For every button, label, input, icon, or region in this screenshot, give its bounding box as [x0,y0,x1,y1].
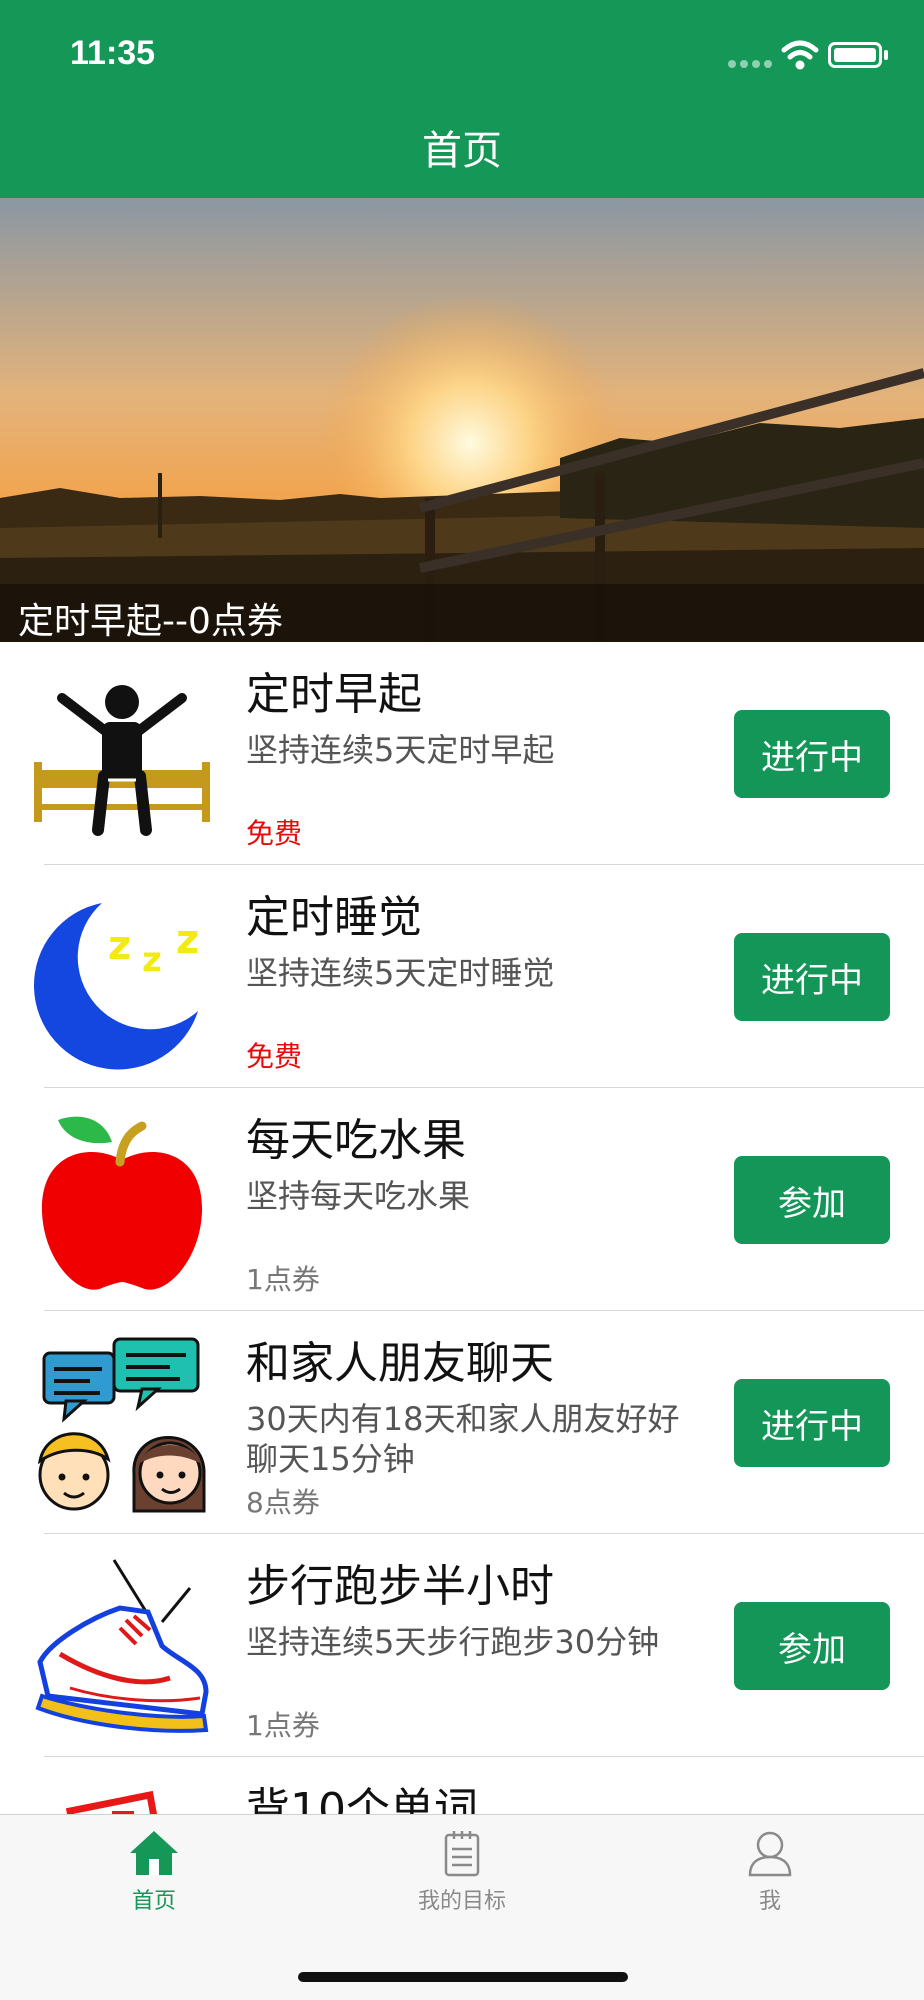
task-description: 坚持每天吃水果 [246,1177,471,1215]
task-status-button[interactable]: 进行中 [734,1379,890,1467]
tab-home-label: 首页 [131,1889,176,1914]
banner-caption-bar: 定时早起--0点券 [0,584,924,642]
cellular-signal-icon [728,60,782,68]
task-price: 免费 [246,1040,303,1073]
svg-text:z: z [176,917,199,963]
tab-my-goals-label: 我的目标 [417,1889,506,1914]
tab-me[interactable]: 我 [670,1829,870,1949]
svg-text:z: z [142,940,162,980]
tab-me-label: 我 [758,1889,781,1914]
task-price: 1点券 [246,1709,320,1742]
home-icon [130,1831,178,1875]
list-item[interactable]: 定时早起 坚持连续5天定时早起 免费 进行中 [0,642,924,865]
notepad-icon [444,1831,480,1877]
task-title: 和家人朋友聊天 [246,1338,554,1389]
svg-text:z: z [108,923,131,969]
chat-people-icon [37,1337,206,1513]
task-title: 背10个单词 [246,1784,478,1814]
task-status-button[interactable]: 进行中 [734,710,890,798]
status-bar: 11:35 [0,0,924,110]
banner-carousel[interactable]: 定时早起--0点券 [0,198,924,642]
battery-cap [884,50,888,60]
battery-icon [828,42,882,68]
task-description: 坚持连续5天定时睡觉 [246,954,555,992]
flashcard-icon [65,1790,158,1814]
wake-up-icon [34,685,210,836]
page-title: 首页 [422,128,502,174]
task-join-button[interactable]: 参加 [734,1156,890,1244]
task-title: 定时睡觉 [246,892,422,943]
list-item[interactable]: 每天吃水果 坚持每天吃水果 1点券 参加 [0,1088,924,1311]
wifi-icon [781,40,819,70]
tab-my-goals[interactable]: 我的目标 [362,1829,562,1949]
status-time: 11:35 [70,34,156,72]
task-description: 坚持连续5天步行跑步30分钟 [246,1623,660,1661]
tab-home[interactable]: 首页 [54,1829,254,1949]
navigation-bar: 首页 [0,110,924,198]
sunrise-fence-image [0,198,924,642]
task-title: 每天吃水果 [246,1115,466,1166]
task-title: 步行跑步半小时 [246,1561,554,1612]
list-item[interactable]: z z z 定时睡觉 坚持连续5天定时睡觉 免费 进行中 [0,865,924,1088]
task-price: 免费 [246,817,303,850]
task-description: 坚持连续5天定时早起 [246,731,555,769]
home-indicator [298,1972,628,1982]
list-item[interactable]: 和家人朋友聊天 30天内有18天和家人朋友好好聊天15分钟 8点券 进行中 [0,1311,924,1534]
list-item[interactable]: 步行跑步半小时 坚持连续5天步行跑步30分钟 1点券 参加 [0,1534,924,1757]
apple-icon [41,1116,203,1290]
sneaker-icon [35,1559,209,1733]
banner-caption: 定时早起--0点券 [18,601,283,642]
task-title: 定时早起 [246,669,422,720]
task-list[interactable]: 定时早起 坚持连续5天定时早起 免费 进行中 z z z 定时睡觉 坚持连续5天… [0,642,924,1814]
sleep-moon-icon: z z z [33,903,199,1070]
user-profile-icon [748,1831,792,1877]
task-price: 1点券 [246,1263,320,1296]
list-item[interactable]: 背10个单词 [0,1757,924,1814]
task-description: 30天内有18天和家人朋友好好聊天15分钟 [246,1400,680,1478]
task-join-button[interactable]: 参加 [734,1602,890,1690]
task-price: 8点券 [246,1486,320,1519]
task-status-button[interactable]: 进行中 [734,933,890,1021]
